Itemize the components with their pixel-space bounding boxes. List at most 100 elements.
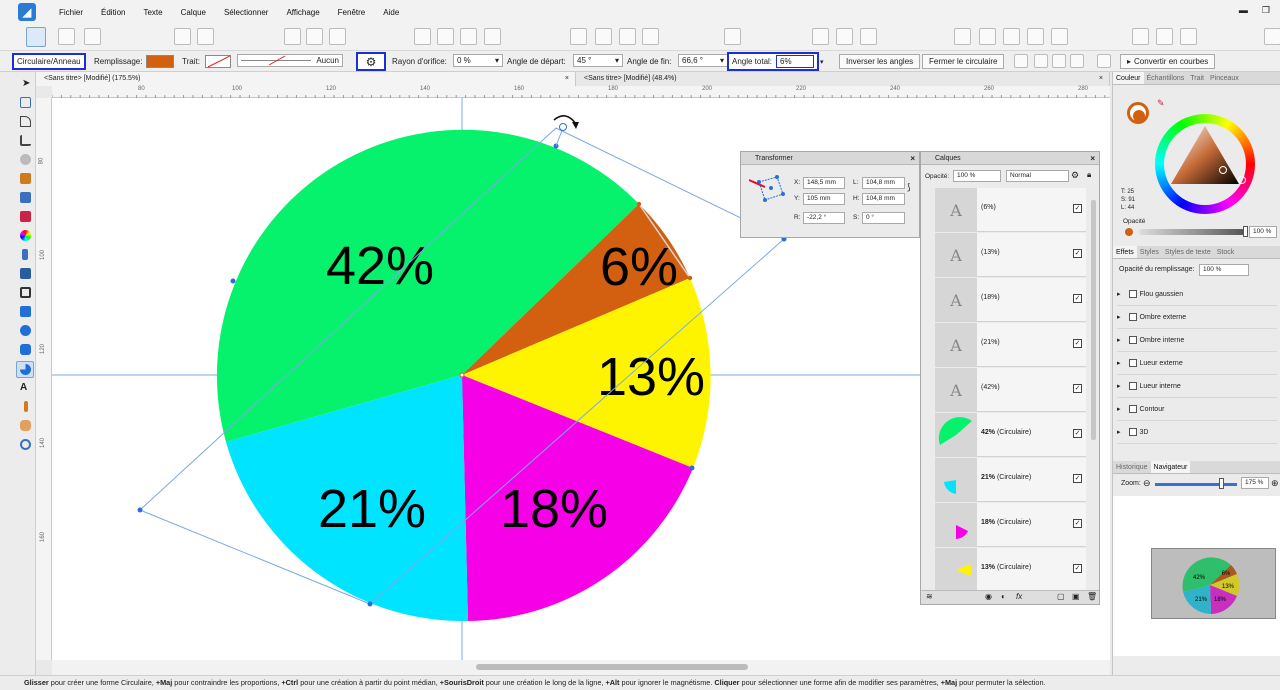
transparency-tool-icon[interactable] <box>22 249 28 260</box>
boolean-xor-icon[interactable] <box>1027 28 1044 45</box>
arrange-front-icon[interactable] <box>414 28 431 45</box>
visibility-checkbox[interactable]: ✓ <box>1073 564 1082 573</box>
fill-opacity-field[interactable]: 100 % <box>1199 264 1249 276</box>
x-field[interactable]: 148,5 mm <box>803 177 845 189</box>
layer-row[interactable]: A (18%) ✓ <box>935 278 1086 322</box>
fx-icon[interactable]: fx <box>1016 592 1022 601</box>
menu-selectionner[interactable]: Sélectionner <box>215 8 277 17</box>
effect-checkbox[interactable] <box>1128 290 1137 299</box>
layer-row[interactable]: A (42%) ✓ <box>935 368 1086 412</box>
angle-handle[interactable] <box>636 201 642 207</box>
horizontal-scrollbar[interactable] <box>52 660 1110 675</box>
rounded-rectangle-icon[interactable] <box>20 344 31 355</box>
move-tool-icon[interactable]: ➤ <box>22 78 33 89</box>
snapping-toggle-icon[interactable] <box>836 28 853 45</box>
layers-opacity-field[interactable]: 100 % <box>953 170 1001 182</box>
eyedropper-icon[interactable]: ✎ <box>1157 98 1165 109</box>
flip-vertical-icon[interactable] <box>595 28 612 45</box>
boolean-add-icon[interactable] <box>954 28 971 45</box>
menu-affichage[interactable]: Affichage <box>277 8 328 17</box>
color-picker-icon[interactable] <box>197 28 214 45</box>
adjustment-icon[interactable]: ◐ <box>1001 592 1006 601</box>
close-icon[interactable]: × <box>565 72 569 86</box>
menu-edition[interactable]: Édition <box>92 8 134 17</box>
layer-row[interactable]: A (21%) ✓ <box>935 323 1086 367</box>
rotate-right-icon[interactable] <box>642 28 659 45</box>
convert-to-curves-button[interactable]: ▸ Convertir en courbes <box>1120 54 1216 69</box>
tab-document-2[interactable]: <Sans titre> [Modifié] (48.4%) × <box>576 72 1110 86</box>
rotation-handle[interactable] <box>559 123 567 131</box>
hand-tool-icon[interactable] <box>20 420 31 431</box>
layer-row[interactable]: A (13%) ✓ <box>935 233 1086 277</box>
selection-handle[interactable] <box>689 465 695 471</box>
total-angle-field[interactable]: 6% <box>776 55 814 68</box>
fill-color-swatch[interactable] <box>146 55 174 68</box>
shape-settings-button[interactable]: ⚙ <box>356 52 386 71</box>
visibility-checkbox[interactable]: ✓ <box>1073 204 1082 213</box>
color-triangle[interactable] <box>1155 114 1255 214</box>
menu-fichier[interactable]: Fichier <box>50 8 92 17</box>
corner-tool-icon[interactable] <box>20 135 31 146</box>
effect-checkbox[interactable] <box>1128 359 1137 368</box>
hole-radius-field[interactable]: 0 % ▾ <box>453 54 503 67</box>
color-wheel[interactable] <box>1155 114 1255 214</box>
rotation-field[interactable]: -22,2 ° <box>803 212 845 224</box>
select-all-icon[interactable] <box>284 28 301 45</box>
pencil-tool-icon[interactable] <box>20 173 31 184</box>
layers-panel-header[interactable]: Calques × <box>921 152 1099 165</box>
layer-row[interactable]: 18% (Circulaire) ✓ <box>935 503 1086 547</box>
rotate-left-icon[interactable] <box>619 28 636 45</box>
angle-handle[interactable] <box>687 275 693 281</box>
trash-icon[interactable]: 🗑︎ <box>1087 592 1097 601</box>
boolean-intersect-icon[interactable] <box>1003 28 1020 45</box>
tab-couleur[interactable]: Couleur <box>1113 72 1144 84</box>
more-icon[interactable] <box>1264 28 1280 45</box>
effect-row[interactable]: ▸ Flou gaussien <box>1117 284 1277 306</box>
stroke-width-field[interactable]: Aucun <box>237 54 343 67</box>
pie-label-18[interactable]: 18% <box>500 479 608 539</box>
visibility-checkbox[interactable]: ✓ <box>1073 249 1082 258</box>
pie-label-6[interactable]: 6% <box>600 237 678 297</box>
chevron-down-icon[interactable]: ▾ <box>820 54 824 69</box>
zoom-tool-icon[interactable] <box>20 439 31 450</box>
menu-calque[interactable]: Calque <box>172 8 215 17</box>
tab-echantillons[interactable]: Échantillons <box>1144 72 1188 84</box>
close-icon[interactable]: × <box>910 152 915 165</box>
layer-row[interactable]: A (6%) ✓ <box>935 188 1086 232</box>
zoom-slider[interactable] <box>1155 483 1237 486</box>
invert-angles-button[interactable]: Inverser les angles <box>839 54 921 69</box>
boolean-divide-icon[interactable] <box>1051 28 1068 45</box>
mask-icon[interactable]: ◉ <box>985 592 992 601</box>
layer-row[interactable]: 13% (Circulaire) ✓ <box>935 548 1086 590</box>
effect-row[interactable]: ▸ Lueur interne <box>1117 376 1277 398</box>
snapping-grid-icon[interactable] <box>812 28 829 45</box>
flip-horizontal-icon[interactable] <box>570 28 587 45</box>
gear-icon[interactable]: ⚙ <box>1071 170 1079 181</box>
close-icon[interactable]: × <box>1099 72 1103 86</box>
pie-label-21[interactable]: 21% <box>318 479 426 539</box>
stroke-color-swatch[interactable] <box>205 55 231 68</box>
vector-brush-icon[interactable] <box>20 211 31 222</box>
layer-row[interactable]: 21% (Circulaire) ✓ <box>935 458 1086 502</box>
fill-color-well[interactable] <box>1133 110 1145 122</box>
pie-label-42[interactable]: 42% <box>326 236 434 296</box>
y-field[interactable]: 105 mm <box>803 193 845 205</box>
layers-scrollbar[interactable] <box>1091 200 1096 440</box>
pie-tool-icon[interactable] <box>16 361 34 378</box>
zoom-in-icon[interactable]: ⊕ <box>1271 478 1279 489</box>
navigator-preview[interactable]: 42% 6% 13% 18% 21% <box>1151 548 1276 619</box>
menu-texte[interactable]: Texte <box>134 8 171 17</box>
tab-historique[interactable]: Historique <box>1113 461 1151 473</box>
pen-tool-icon[interactable] <box>20 192 31 203</box>
visibility-checkbox[interactable]: ✓ <box>1073 339 1082 348</box>
boolean-subtract-icon[interactable] <box>979 28 996 45</box>
link-icon[interactable]: ⟆ <box>907 182 911 193</box>
arrange-backward-icon[interactable] <box>460 28 477 45</box>
new-layer-icon[interactable]: ▢ <box>1057 592 1065 601</box>
effect-checkbox[interactable] <box>1128 382 1137 391</box>
lock-icon[interactable]: 🔒︎ <box>1087 170 1091 180</box>
menu-aide[interactable]: Aide <box>374 8 408 17</box>
node-tool-icon[interactable] <box>20 116 31 127</box>
visibility-checkbox[interactable]: ✓ <box>1073 429 1082 438</box>
arrange-forward-icon[interactable] <box>437 28 454 45</box>
